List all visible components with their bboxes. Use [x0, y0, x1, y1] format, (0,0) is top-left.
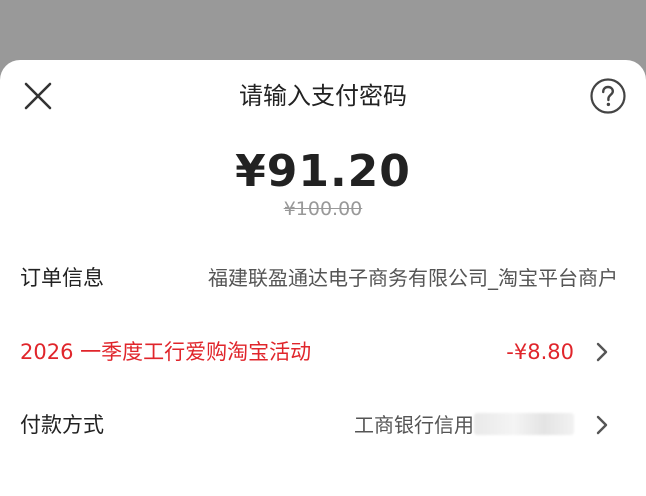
- masked-card-info: [474, 413, 574, 435]
- help-button[interactable]: [588, 76, 628, 116]
- payment-method-row[interactable]: 付款方式 工商银行信用: [0, 405, 646, 445]
- chevron-right-icon[interactable]: [592, 413, 612, 437]
- payment-method-text: 工商银行信用: [354, 413, 474, 437]
- order-info-label: 订单信息: [20, 266, 104, 290]
- payment-method-value: 工商银行信用: [354, 411, 574, 439]
- page-title: 请输入支付密码: [239, 82, 407, 110]
- order-info-value: 福建联盈通达电子商务有限公司_淘宝平台商户: [208, 266, 618, 290]
- promotion-label: 2026 一季度工行爱购淘宝活动: [20, 340, 312, 364]
- original-amount: ¥100.00: [283, 198, 363, 220]
- chevron-right-icon[interactable]: [592, 340, 612, 364]
- sheet-header: 请输入支付密码: [0, 60, 646, 132]
- payment-method-label: 付款方式: [20, 413, 104, 437]
- order-info-row: 订单信息 福建联盈通达电子商务有限公司_淘宝平台商户: [0, 258, 646, 298]
- promotion-discount: -¥8.80: [506, 340, 574, 364]
- promotion-row[interactable]: 2026 一季度工行爱购淘宝活动 -¥8.80: [0, 332, 646, 372]
- help-icon: [590, 78, 626, 114]
- payment-sheet: 请输入支付密码 ¥91.20 ¥100.00 订单信息 福建联盈通达电子商务有限…: [0, 60, 646, 496]
- amount-section: ¥91.20 ¥100.00: [0, 132, 646, 221]
- payment-amount: ¥91.20: [235, 146, 411, 197]
